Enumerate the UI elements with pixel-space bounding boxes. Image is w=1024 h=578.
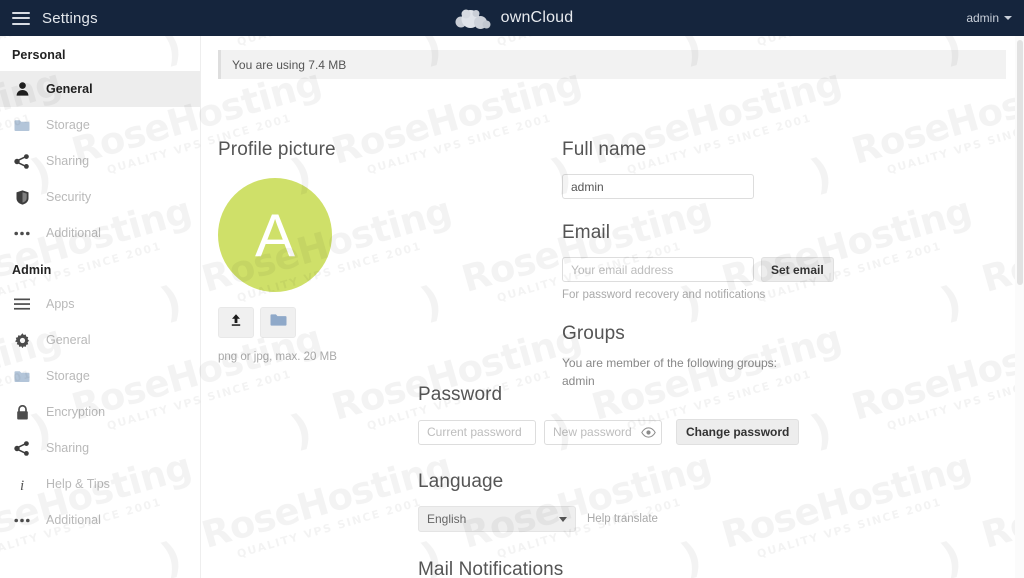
sidebar-item-personal-storage[interactable]: Storage — [0, 107, 200, 143]
scrollbar-thumb[interactable] — [1017, 40, 1023, 285]
help-translate-link[interactable]: Help translate — [587, 513, 658, 525]
current-password-input[interactable] — [418, 420, 536, 445]
folder-icon — [270, 313, 287, 332]
language-select[interactable]: English — [418, 506, 576, 532]
user-icon — [12, 80, 32, 98]
hamburger-icon[interactable] — [12, 12, 30, 25]
sidebar-item-label: Help & Tips — [46, 477, 110, 491]
sidebar-item-label: Storage — [46, 118, 90, 132]
sidebar-item-admin-help-tips[interactable]: i Help & Tips — [0, 466, 200, 502]
eye-icon[interactable] — [641, 425, 656, 443]
sidebar-item-label: Security — [46, 190, 91, 204]
email-heading: Email — [562, 222, 1002, 244]
share-icon — [12, 152, 32, 170]
chevron-down-icon — [559, 517, 567, 522]
upload-icon — [229, 313, 243, 332]
sidebar-item-label: Sharing — [46, 441, 89, 455]
chevron-down-icon — [1004, 16, 1012, 20]
ellipsis-icon — [12, 511, 32, 529]
svg-text:i: i — [20, 478, 24, 492]
language-select-value: English — [427, 512, 466, 526]
sidebar-item-label: Sharing — [46, 154, 89, 168]
sidebar: Personal General Storage Sharing Securit… — [0, 36, 201, 578]
main-content: You are using 7.4 MB Profile picture A — [201, 36, 1024, 578]
change-password-button[interactable]: Change password — [676, 419, 799, 445]
shield-icon — [12, 188, 32, 206]
sidebar-item-admin-sharing[interactable]: Sharing — [0, 430, 200, 466]
brand-link[interactable]: ownCloud — [451, 6, 574, 30]
sidebar-item-admin-additional[interactable]: Additional — [0, 502, 200, 538]
info-icon: i — [12, 475, 32, 493]
full-name-heading: Full name — [562, 139, 1002, 161]
groups-heading: Groups — [562, 323, 1002, 345]
brand: ownCloud — [0, 0, 1024, 36]
quota-bar: You are using 7.4 MB — [218, 50, 1006, 79]
owncloud-logo-icon — [451, 6, 493, 30]
sidebar-item-personal-sharing[interactable]: Sharing — [0, 143, 200, 179]
profile-picture-hint: png or jpg, max. 20 MB — [218, 351, 348, 363]
folder-icon — [12, 116, 32, 134]
brand-name: ownCloud — [501, 9, 574, 27]
email-input[interactable] — [562, 257, 754, 282]
user-menu[interactable]: admin — [966, 0, 1012, 36]
avatar-initial: A — [255, 201, 295, 270]
folder-icon — [12, 367, 32, 385]
account-details-section: Full name Email Set email For password r… — [562, 139, 1002, 388]
user-menu-label: admin — [966, 11, 999, 25]
sidebar-item-admin-encryption[interactable]: Encryption — [0, 394, 200, 430]
email-hint: For password recovery and notifications — [562, 289, 1002, 301]
profile-picture-section: Profile picture A png or jpg, max. 20 MB — [218, 139, 348, 363]
share-icon — [12, 439, 32, 457]
password-heading: Password — [418, 384, 1024, 406]
sidebar-item-label: Storage — [46, 369, 90, 383]
groups-description: You are member of the following groups: — [562, 356, 1002, 370]
upload-avatar-button[interactable] — [218, 307, 254, 338]
sidebar-item-personal-general[interactable]: General — [0, 71, 200, 107]
sidebar-item-personal-additional[interactable]: Additional — [0, 215, 200, 251]
sidebar-item-label: Additional — [46, 513, 101, 527]
sidebar-item-admin-apps[interactable]: Apps — [0, 286, 200, 322]
lock-icon — [12, 403, 32, 421]
sidebar-item-admin-storage[interactable]: Storage — [0, 358, 200, 394]
sidebar-item-label: General — [46, 82, 93, 96]
select-from-files-button[interactable] — [260, 307, 296, 338]
full-name-input[interactable] — [562, 174, 754, 199]
profile-picture-heading: Profile picture — [218, 139, 348, 161]
list-icon — [12, 295, 32, 313]
sidebar-item-label: Encryption — [46, 405, 105, 419]
app-header: Settings ownCloud admin — [0, 0, 1024, 36]
sidebar-item-label: Apps — [46, 297, 75, 311]
sidebar-section-admin-title: Admin — [0, 251, 200, 286]
mail-notifications-heading: Mail Notifications — [418, 559, 1024, 578]
sidebar-item-label: Additional — [46, 226, 101, 240]
avatar[interactable]: A — [218, 178, 332, 292]
quota-text: You are using 7.4 MB — [232, 58, 346, 72]
gear-icon — [12, 331, 32, 349]
set-email-button[interactable]: Set email — [761, 257, 834, 282]
sidebar-section-personal-title: Personal — [0, 36, 200, 71]
language-heading: Language — [418, 471, 1024, 493]
page-title: Settings — [42, 10, 98, 27]
preferences-section: Password Change password Language Englis… — [418, 384, 1024, 578]
ellipsis-icon — [12, 224, 32, 242]
sidebar-item-admin-general[interactable]: General — [0, 322, 200, 358]
sidebar-item-label: General — [46, 333, 90, 347]
sidebar-item-personal-security[interactable]: Security — [0, 179, 200, 215]
